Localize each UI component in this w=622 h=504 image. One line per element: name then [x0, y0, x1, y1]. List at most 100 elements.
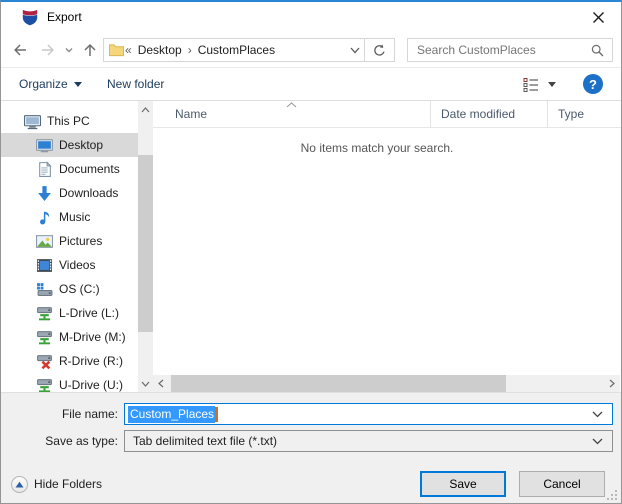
scroll-down-icon [141, 381, 150, 387]
up-arrow-icon [84, 43, 96, 56]
column-type[interactable]: Type [547, 101, 621, 128]
sidebar-item-desktop[interactable]: Desktop [1, 133, 138, 157]
forward-button[interactable] [37, 39, 59, 61]
file-name-input[interactable]: Custom_Places [124, 403, 613, 425]
hide-folders-button[interactable]: Hide Folders [11, 471, 102, 497]
titlebar: Export [1, 2, 621, 32]
sidebar-item-videos[interactable]: Videos [1, 253, 138, 277]
desktop-icon [36, 137, 53, 154]
breadcrumb-desktop[interactable]: Desktop [133, 43, 187, 57]
breadcrumb-customplaces[interactable]: CustomPlaces [193, 43, 280, 57]
navigation-pane: This PC Desktop Documents Downloads Musi… [1, 101, 138, 392]
sidebar-item-label: L-Drive (L:) [59, 306, 120, 320]
column-header-row: Name Date modified Type [153, 101, 621, 128]
sidebar-item-label: R-Drive (R:) [59, 354, 123, 368]
sidebar-item-documents[interactable]: Documents [1, 157, 138, 181]
sidebar-item-os-c[interactable]: OS (C:) [1, 277, 138, 301]
sort-ascending-icon [286, 102, 297, 108]
horizontal-scrollbar-thumb[interactable] [171, 375, 506, 392]
organize-label: Organize [19, 77, 68, 91]
sidebar-list: This PC Desktop Documents Downloads Musi… [1, 101, 138, 392]
network-drive-icon [36, 305, 53, 322]
help-button[interactable]: ? [583, 74, 603, 94]
cancel-button[interactable]: Cancel [519, 471, 605, 497]
list-view-icon [523, 77, 538, 92]
save-button[interactable]: Save [420, 471, 506, 497]
refresh-button[interactable] [364, 38, 395, 62]
folder-icon [109, 44, 124, 57]
sidebar-item-r-drive-r[interactable]: R-Drive (R:) [1, 349, 138, 373]
save-as-type-value: Tab delimited text file (*.txt) [133, 434, 278, 448]
scroll-left-button[interactable] [153, 375, 169, 392]
column-date-modified[interactable]: Date modified [430, 101, 547, 128]
sidebar-item-downloads[interactable]: Downloads [1, 181, 138, 205]
scroll-up-button[interactable] [138, 101, 153, 118]
sidebar-item-label: OS (C:) [59, 282, 100, 296]
organize-caret-icon [73, 81, 82, 87]
search-input[interactable] [408, 43, 591, 57]
file-name-dropdown-icon[interactable] [592, 411, 603, 418]
sidebar-item-label: This PC [47, 114, 90, 128]
empty-folder-message: No items match your search. [300, 141, 454, 155]
computer-icon [24, 113, 41, 130]
column-name[interactable]: Name [165, 101, 207, 128]
close-icon [592, 11, 604, 23]
search-icon[interactable] [591, 44, 604, 57]
file-list-pane: Name Date modified Type No items match y… [153, 101, 621, 392]
navigation-bar: « Desktop › CustomPlaces [1, 32, 621, 68]
recent-locations-button[interactable] [61, 39, 77, 61]
scroll-right-icon [609, 379, 615, 388]
sidebar-item-m-drive-m[interactable]: M-Drive (M:) [1, 325, 138, 349]
new-folder-label: New folder [107, 77, 165, 91]
sidebar-item-this-pc[interactable]: This PC [1, 109, 138, 133]
file-name-value: Custom_Places [128, 405, 216, 423]
sidebar-item-label: Downloads [59, 186, 119, 200]
view-options-button[interactable] [523, 68, 556, 100]
scroll-right-button[interactable] [604, 375, 620, 392]
chevron-down-icon [65, 48, 73, 53]
sidebar-item-u-drive-u[interactable]: U-Drive (U:) [1, 373, 138, 392]
sidebar-item-music[interactable]: Music [1, 205, 138, 229]
sidebar-item-pictures[interactable]: Pictures [1, 229, 138, 253]
new-folder-button[interactable]: New folder [107, 68, 164, 100]
sidebar-item-label: Pictures [59, 234, 103, 248]
pictures-icon [36, 233, 53, 250]
network-drive-icon [36, 377, 53, 393]
downloads-icon [36, 185, 53, 202]
back-icon [14, 44, 26, 56]
sidebar-item-label: U-Drive (U:) [59, 378, 123, 392]
search-box [407, 38, 613, 62]
save-as-type-select[interactable]: Tab delimited text file (*.txt) [124, 430, 613, 452]
command-toolbar: Organize New folder ? [1, 68, 621, 101]
window-title: Export [47, 10, 82, 24]
view-caret-icon [548, 81, 556, 87]
text-caret [215, 406, 219, 422]
up-one-level-button[interactable] [79, 39, 101, 61]
save-as-type-dropdown-icon [592, 438, 603, 444]
refresh-icon [374, 44, 385, 56]
export-save-dialog: Export « Desktop › CustomPlaces Search C… [0, 0, 622, 504]
resize-grip[interactable] [604, 487, 617, 500]
sidebar-item-l-drive-l[interactable]: L-Drive (L:) [1, 301, 138, 325]
sidebar-scrollbar-thumb[interactable] [138, 155, 153, 332]
videos-icon [36, 257, 53, 274]
scroll-down-button[interactable] [138, 375, 153, 392]
sidebar-item-label: Music [59, 210, 91, 224]
organize-button[interactable]: Organize [19, 68, 82, 100]
network-drive-icon [36, 329, 53, 346]
sidebar-scrollbar[interactable] [138, 101, 153, 392]
dialog-body: This PC Desktop Documents Downloads Musi… [1, 101, 621, 392]
help-label: ? [589, 76, 597, 92]
sidebar-item-label: Desktop [59, 138, 104, 152]
close-button[interactable] [575, 2, 621, 32]
horizontal-scrollbar[interactable] [153, 375, 620, 392]
address-dropdown-icon[interactable] [350, 47, 360, 54]
hide-folders-icon [11, 475, 28, 493]
breadcrumb-prefix: « [125, 43, 132, 57]
dialog-footer: File name: Custom_Places Save as type: T… [1, 392, 621, 503]
back-button[interactable] [9, 39, 31, 61]
scroll-left-icon [158, 379, 164, 388]
music-icon [36, 209, 53, 226]
hide-folders-label: Hide Folders [34, 477, 103, 491]
address-bar[interactable]: « Desktop › CustomPlaces [103, 38, 365, 62]
